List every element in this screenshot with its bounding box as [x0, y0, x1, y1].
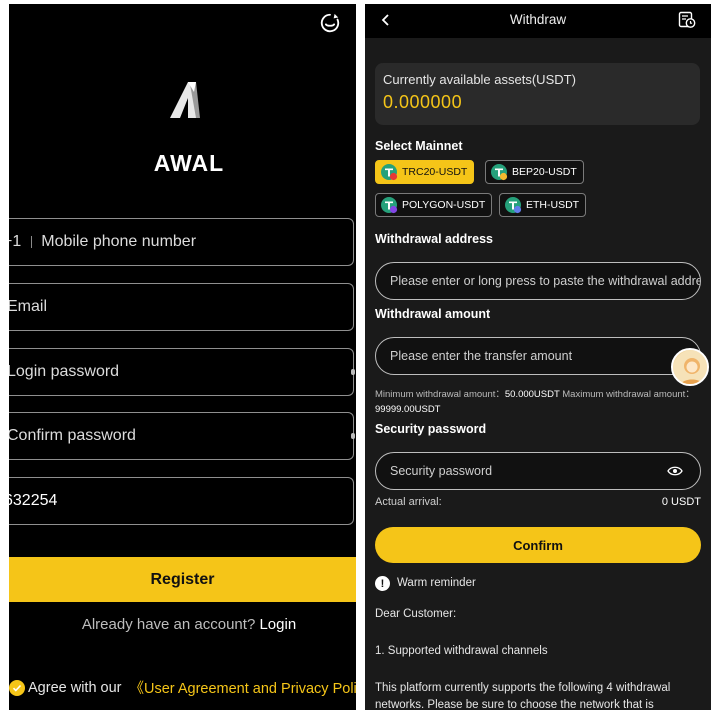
amount-title: Withdrawal amount	[375, 307, 491, 321]
have-account-text: Already have an account?	[81, 616, 256, 633]
assets-label: Currently available assets(USDT)	[383, 72, 576, 87]
tether-icon	[381, 197, 398, 214]
network-label: POLYGON-USDT	[402, 199, 486, 211]
brand-name: AWAL	[153, 150, 225, 176]
channels-paragraph: This platform currently supports the fol…	[375, 682, 671, 710]
network-chip-polygon[interactable]: POLYGON-USDT	[375, 193, 493, 217]
password-eye-icon[interactable]	[351, 369, 355, 375]
withdraw-limits: Minimum withdrawal amount：50.000USDT Max…	[375, 387, 695, 417]
register-screen: AWAL +1 Mobile phone number Email Login …	[9, 4, 356, 710]
greeting: Dear Customer:	[375, 608, 457, 620]
invite-code-input[interactable]: 632254	[9, 492, 57, 510]
login-prompt: Already have an account? Login	[9, 616, 356, 633]
agree-checkbox[interactable]	[9, 679, 25, 696]
confirm-button[interactable]: Confirm	[375, 527, 701, 563]
login-password-field[interactable]: Login password	[9, 348, 355, 396]
min-value: 50.000USDT	[504, 389, 560, 400]
phone-input[interactable]: Mobile phone number	[41, 233, 196, 251]
network-label: BEP20-USDT	[512, 166, 577, 178]
service-avatar-icon	[673, 350, 707, 384]
policy-link[interactable]: 《User Agreement and Privacy Policy	[130, 677, 357, 698]
country-code[interactable]: +1	[9, 233, 21, 251]
awal-logo	[170, 82, 200, 118]
tether-icon	[491, 164, 508, 181]
support-chat-icon[interactable]	[319, 12, 341, 34]
network-chip-eth[interactable]: ETH-USDT	[499, 193, 587, 217]
phone-field[interactable]: +1 Mobile phone number	[9, 218, 354, 266]
agree-text: Agree with our	[28, 679, 122, 696]
register-button[interactable]: Register	[9, 557, 356, 602]
login-link[interactable]: Login	[259, 616, 296, 633]
warning-icon: !	[375, 576, 390, 591]
top-bar: Withdraw	[365, 4, 711, 38]
max-value: 99999.00USDT	[375, 404, 441, 415]
tether-icon	[381, 164, 398, 181]
history-icon[interactable]	[678, 11, 696, 29]
security-title: Security password	[375, 422, 487, 436]
channels-heading: 1. Supported withdrawal channels	[375, 645, 548, 657]
check-icon	[12, 684, 22, 692]
login-password-input[interactable]: Login password	[9, 363, 119, 381]
mainnet-title: Select Mainnet	[375, 139, 463, 153]
assets-card: Currently available assets(USDT) 0.00000…	[375, 63, 700, 125]
field-divider	[31, 236, 33, 248]
page-title: Withdraw	[509, 12, 567, 27]
security-password-input[interactable]: Security password	[375, 452, 701, 490]
arrival-value: 0 USDT	[661, 496, 701, 508]
network-label: TRC20-USDT	[402, 166, 468, 178]
address-title: Withdrawal address	[375, 232, 493, 246]
service-avatar[interactable]	[671, 348, 709, 386]
tether-icon	[505, 197, 522, 214]
email-field[interactable]: Email	[9, 283, 354, 331]
confirm-eye-icon[interactable]	[351, 433, 355, 439]
max-label: Maximum withdrawal amount：	[562, 389, 695, 400]
arrival-label: Actual arrival:	[375, 496, 442, 508]
confirm-password-field[interactable]: Confirm password	[9, 412, 355, 460]
agreement-row: Agree with our 《User Agreement and Priva…	[9, 677, 356, 698]
network-label: ETH-USDT	[526, 199, 580, 211]
network-chip-bep20[interactable]: BEP20-USDT	[485, 160, 584, 184]
email-input[interactable]: Email	[9, 298, 47, 316]
amount-input[interactable]: Please enter the transfer amount	[375, 337, 701, 375]
confirm-password-input[interactable]: Confirm password	[9, 427, 136, 445]
reminder-title: Warm reminder	[397, 577, 476, 589]
assets-value: 0.000000	[383, 92, 463, 112]
withdraw-screen: Withdraw Currently available assets(USDT…	[365, 4, 711, 710]
min-label: Minimum withdrawal amount：	[375, 389, 505, 400]
address-input[interactable]: Please enter or long press to paste the …	[375, 262, 701, 300]
eye-icon[interactable]	[667, 465, 683, 477]
invite-code-field[interactable]: 632254	[9, 477, 354, 525]
network-chip-trc20[interactable]: TRC20-USDT	[375, 160, 475, 184]
